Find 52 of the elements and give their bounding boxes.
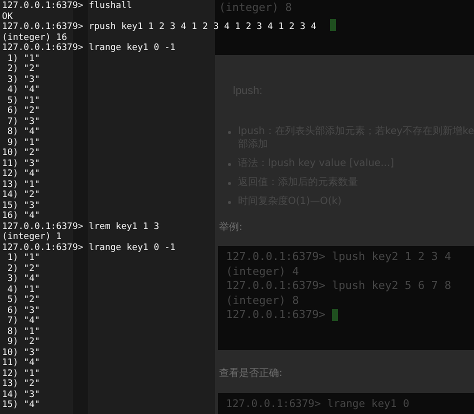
terminal-line: 6) "3" (6, 306, 40, 316)
code-line: (integer) 8 (226, 294, 299, 308)
terminal-line: 127.0.0.1:6379> lrange key1 0 -1 (2, 242, 176, 253)
terminal-line: 4) "4" (6, 85, 40, 96)
terminal-line: 127.0.0.1:6379> rpush key1 1 2 3 4 1 2 3 4 1 2 3 4 1 2 3 4 (2, 22, 316, 32)
terminal-line: 127.0.0.1:6379> lrange key1 0 -1 (2, 43, 176, 54)
code-line: 127.0.0.1:6379> lpush key2 1 2 3 4 (226, 250, 452, 264)
terminal-line: 8) "1" (6, 326, 40, 337)
terminal-line: 14) "2" (2, 190, 40, 200)
terminal-line: 7) "4" (6, 316, 40, 326)
check-label: 查看是否正确: (219, 366, 282, 380)
terminal-line: 3) "4" (6, 274, 40, 284)
terminal-line: 15) "4" (2, 400, 40, 410)
terminal-line: (integer) 16 (2, 32, 68, 43)
terminal-line: 13) "1" (2, 180, 40, 190)
terminal-line: 2) "2" (6, 64, 40, 74)
code-line: 127.0.0.1:6379> (226, 308, 326, 322)
terminal-line: 10) "3" (2, 348, 40, 358)
terminal-line: 127.0.0.1:6379> lrem key1 1 3 (2, 222, 160, 232)
terminal-line: 10) "2" (2, 148, 40, 158)
terminal-line: 5) "2" (6, 295, 40, 306)
terminal-line: 11) "3" (2, 158, 40, 169)
terminal-line: 13) "2" (2, 379, 40, 390)
terminal-line: 6) "2" (6, 106, 40, 116)
bullet-icon (228, 163, 231, 166)
terminal-line: 1) "1" (6, 54, 40, 64)
example-label: 举例: (219, 220, 242, 234)
terminal-line: 1) "1" (6, 253, 40, 264)
terminal-line: 2) "2" (6, 264, 40, 274)
terminal-line: 11) "4" (2, 358, 40, 368)
code-line: (integer) 4 (226, 264, 299, 279)
terminal-line: 9) "2" (6, 337, 40, 348)
bullet-icon (228, 201, 231, 204)
bullet-icon (228, 182, 231, 185)
terminal-line: 12) "1" (2, 368, 40, 379)
terminal-line: 15) "3" (2, 200, 40, 211)
code-line: 127.0.0.1:6379> lpush key2 5 6 7 8 (226, 279, 452, 294)
terminal-line: 8) "4" (6, 127, 40, 138)
code-line: 127.0.0.1:6379> lrange key1 0 (226, 397, 410, 412)
terminal-line: 9) "1" (6, 138, 40, 148)
terminal-line: 14) "3" (2, 390, 40, 400)
bullet-icon (228, 131, 231, 134)
terminal-line: OK (2, 12, 13, 22)
terminal-line: 5) "1" (6, 96, 40, 106)
terminal-line: 3) "3" (6, 74, 40, 85)
code-line: (integer) 8 (219, 1, 292, 16)
terminal-line: 4) "1" (6, 284, 40, 295)
terminal-line: 7) "3" (6, 116, 40, 127)
terminal-line: 16) "4" (2, 211, 40, 222)
terminal-line: 12) "4" (2, 169, 40, 180)
terminal-line: (integer) 1 (2, 232, 62, 242)
terminal-line: 127.0.0.1:6379> flushall (2, 1, 132, 12)
